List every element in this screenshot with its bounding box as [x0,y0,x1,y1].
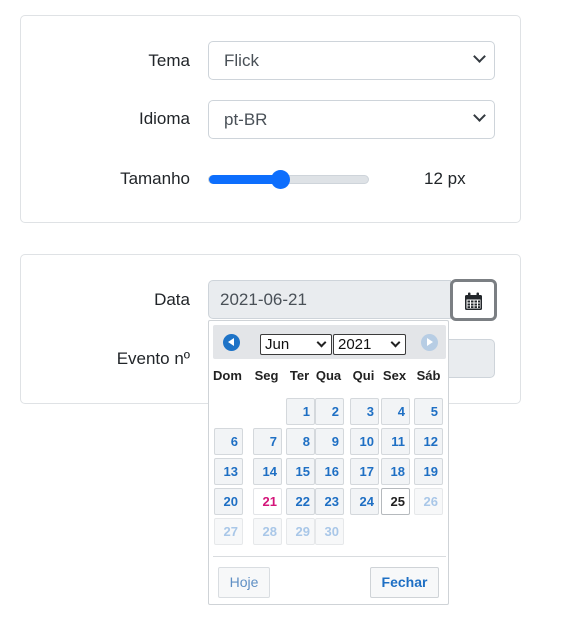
chevron-down-icon [473,109,486,122]
next-month-icon[interactable] [421,334,438,351]
datepicker-popup: Jun 2021 Hoje Fechar Dom Seg Ter Qua Qui Sex S… [208,320,449,605]
calendar-day[interactable]: 20 [214,488,243,515]
calendar-day[interactable]: 29 [286,518,315,545]
datepicker-header: Jun 2021 [213,325,446,359]
calendar-day[interactable]: 11 [381,428,410,455]
date-input[interactable]: 2021-06-21 [208,280,451,319]
calendar-day[interactable]: 27 [214,518,243,545]
datepicker-divider [213,556,446,557]
year-select[interactable]: 2021 [333,334,406,355]
weekday-header: Sex [382,368,407,383]
previous-month-icon[interactable] [223,334,240,351]
date-label: Data [154,290,190,309]
weekday-header: Sáb [416,368,441,383]
language-label: Idioma [138,109,190,128]
calendar-day[interactable]: 19 [414,458,443,485]
weekday-header: Qui [352,368,375,383]
event-number-label: Evento nº [116,349,190,368]
year-select-value: 2021 [338,336,372,353]
calendar-icon [465,292,482,310]
theme-select[interactable]: Flick [208,41,495,80]
calendar-day[interactable]: 17 [350,458,379,485]
chevron-down-icon [473,50,486,63]
calendar-day[interactable]: 9 [315,428,344,455]
calendar-day[interactable]: 7 [253,428,282,455]
month-select[interactable]: Jun [260,334,332,355]
calendar-day[interactable]: 30 [315,518,344,545]
calendar-day[interactable]: 23 [315,488,344,515]
calendar-day[interactable]: 18 [381,458,410,485]
calendar-day[interactable]: 5 [414,398,443,425]
size-label: Tamanho [120,169,190,188]
calendar-day[interactable]: 15 [286,458,315,485]
language-select[interactable]: pt-BR [208,100,495,139]
size-slider-thumb[interactable] [271,170,290,189]
close-button[interactable]: Fechar [370,567,439,598]
calendar-day[interactable]: 13 [214,458,243,485]
size-slider-fill [209,175,280,184]
calendar-day[interactable]: 24 [350,488,379,515]
calendar-day[interactable]: 2 [315,398,344,425]
weekday-header: Qua [315,368,342,383]
theme-label: Tema [148,51,190,70]
chevron-down-icon [390,337,401,348]
calendar-day[interactable]: 1 [286,398,315,425]
calendar-day[interactable]: 4 [381,398,410,425]
month-select-value: Jun [265,336,290,353]
calendar-day[interactable]: 6 [214,428,243,455]
calendar-day[interactable]: 12 [414,428,443,455]
calendar-day[interactable]: 8 [286,428,315,455]
weekday-header: Dom [213,368,242,383]
calendar-day[interactable]: 3 [350,398,379,425]
calendar-day[interactable]: 14 [253,458,282,485]
calendar-day[interactable]: 26 [414,488,443,515]
event-number-input[interactable] [446,339,495,378]
calendar-day[interactable]: 21 [253,488,282,515]
size-value: 12 px [424,169,466,188]
chevron-down-icon [316,337,327,348]
calendar-day[interactable]: 22 [286,488,315,515]
calendar-day[interactable]: 25 [381,488,410,515]
weekday-header: Seg [254,368,279,383]
calendar-button[interactable] [450,279,497,321]
calendar-day[interactable]: 16 [315,458,344,485]
calendar-day[interactable]: 28 [253,518,282,545]
calendar-day[interactable]: 10 [350,428,379,455]
theme-select-value: Flick [224,51,259,70]
language-select-value: pt-BR [224,110,268,129]
size-slider[interactable] [208,170,369,189]
today-button[interactable]: Hoje [218,567,270,598]
